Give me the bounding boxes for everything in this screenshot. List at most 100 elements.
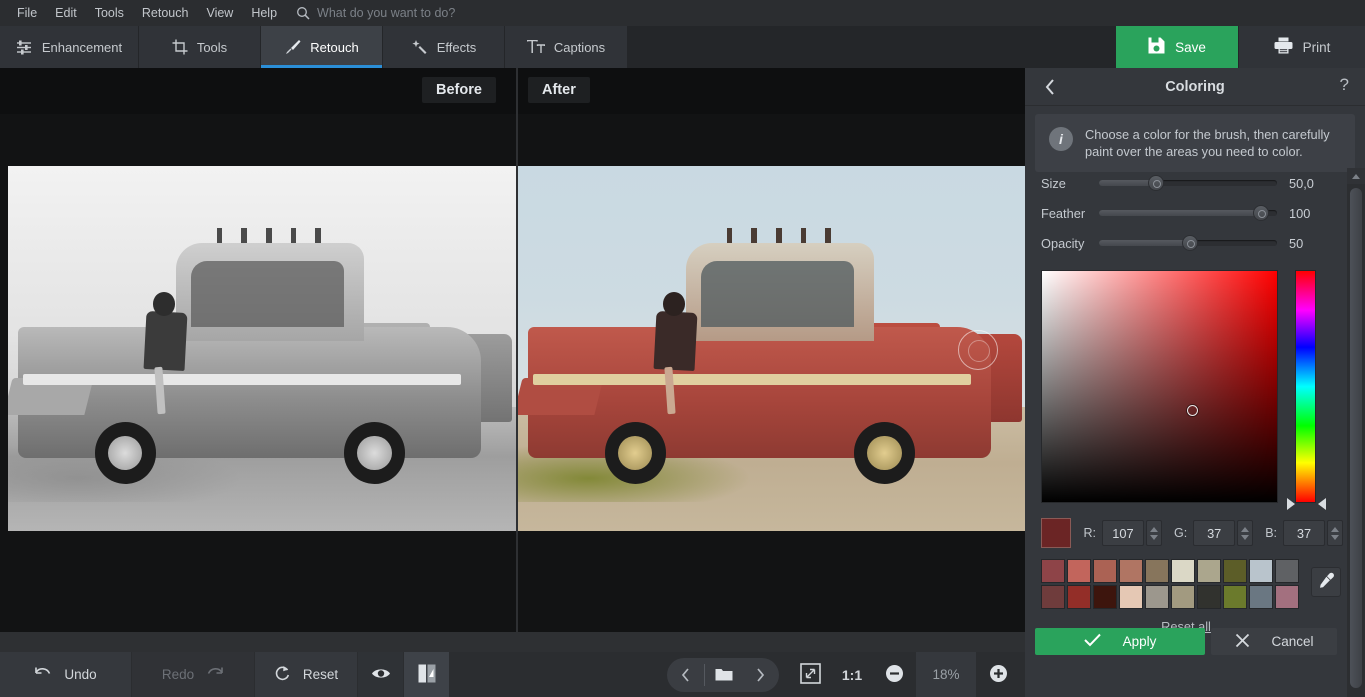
- plus-circle-icon: [989, 664, 1008, 686]
- car-windows: [191, 260, 344, 327]
- size-slider-knob[interactable]: [1147, 175, 1164, 191]
- zoom-level-display[interactable]: 18%: [915, 652, 977, 697]
- brush-cursor: [958, 330, 998, 370]
- compare-view-button[interactable]: [404, 652, 450, 697]
- undo-label: Undo: [64, 667, 97, 682]
- opacity-slider-track[interactable]: [1099, 235, 1277, 251]
- redo-button[interactable]: Redo: [132, 652, 255, 697]
- current-color-swatch[interactable]: [1041, 518, 1072, 548]
- green-stepper[interactable]: [1237, 520, 1254, 546]
- help-button[interactable]: ?: [1340, 75, 1349, 95]
- actual-size-button[interactable]: 1:1: [831, 652, 873, 697]
- palette-swatch[interactable]: [1223, 559, 1247, 583]
- reset-button[interactable]: Reset: [255, 652, 358, 697]
- print-label: Print: [1302, 39, 1331, 55]
- vertical-scroll-track[interactable]: [1347, 184, 1365, 697]
- save-button[interactable]: Save: [1116, 26, 1238, 68]
- vertical-scroll-thumb[interactable]: [1350, 188, 1362, 688]
- undo-button[interactable]: Undo: [0, 652, 132, 697]
- palette-swatch[interactable]: [1197, 585, 1221, 609]
- feather-slider-knob[interactable]: [1252, 205, 1269, 221]
- after-image[interactable]: [518, 166, 1027, 531]
- save-label: Save: [1175, 39, 1206, 55]
- feather-slider-track[interactable]: [1099, 205, 1277, 221]
- slider-label: Size: [1041, 175, 1066, 191]
- menu-item-edit[interactable]: Edit: [46, 3, 86, 23]
- palette-swatch[interactable]: [1275, 559, 1299, 583]
- saturation-value-box[interactable]: [1041, 270, 1278, 503]
- palette-swatch[interactable]: [1041, 559, 1065, 583]
- image-canvas[interactable]: Before After: [0, 68, 1027, 632]
- open-folder-button[interactable]: [705, 658, 742, 692]
- panel-back-button[interactable]: [1039, 77, 1061, 99]
- slider-value: 50,0: [1289, 175, 1314, 191]
- size-slider-track[interactable]: [1099, 175, 1277, 191]
- menu-item-retouch[interactable]: Retouch: [133, 3, 198, 23]
- palette-swatch[interactable]: [1145, 585, 1169, 609]
- palette-swatch[interactable]: [1275, 585, 1299, 609]
- apply-button[interactable]: Apply: [1035, 628, 1206, 655]
- fit-to-screen-button[interactable]: [789, 652, 831, 697]
- undo-arrow-icon: [34, 666, 52, 683]
- next-image-button[interactable]: [742, 658, 779, 692]
- zoom-in-button[interactable]: [977, 652, 1019, 697]
- red-stepper[interactable]: [1145, 520, 1162, 546]
- green-input[interactable]: [1193, 520, 1236, 546]
- tab-retouch[interactable]: Retouch: [261, 26, 383, 68]
- blue-stepper[interactable]: [1327, 520, 1343, 546]
- palette-swatch[interactable]: [1119, 585, 1143, 609]
- palette-swatch[interactable]: [1145, 559, 1169, 583]
- palette-swatch[interactable]: [1171, 559, 1195, 583]
- brush-icon: [284, 39, 301, 55]
- panel-header: Coloring ?: [1025, 68, 1365, 106]
- palette-swatch[interactable]: [1249, 559, 1273, 583]
- cancel-button[interactable]: Cancel: [1211, 628, 1337, 655]
- red-input[interactable]: [1101, 520, 1144, 546]
- bottom-toolbar: Undo Redo Reset 1:1 18%: [0, 652, 1025, 697]
- scroll-up-arrow[interactable]: [1347, 168, 1365, 184]
- menu-item-help[interactable]: Help: [242, 3, 286, 23]
- preview-toggle-button[interactable]: [358, 652, 404, 697]
- palette-swatch[interactable]: [1171, 585, 1195, 609]
- sv-cursor[interactable]: [1187, 404, 1199, 416]
- print-button[interactable]: Print: [1238, 26, 1365, 68]
- previous-image-button[interactable]: [667, 658, 704, 692]
- palette-swatch[interactable]: [1249, 585, 1273, 609]
- tab-captions[interactable]: Captions: [505, 26, 628, 68]
- person-head: [663, 292, 685, 316]
- tab-enhancement[interactable]: Enhancement: [0, 26, 139, 68]
- cancel-label: Cancel: [1271, 634, 1314, 649]
- tab-tools[interactable]: Tools: [139, 26, 261, 68]
- tab-effects[interactable]: Effects: [383, 26, 505, 68]
- search-box[interactable]: What do you want to do?: [296, 6, 455, 20]
- palette-swatch[interactable]: [1093, 559, 1117, 583]
- palette-swatch[interactable]: [1119, 559, 1143, 583]
- palette-swatch[interactable]: [1223, 585, 1247, 609]
- green-label: G:: [1173, 526, 1188, 540]
- opacity-slider-knob[interactable]: [1181, 235, 1198, 251]
- palette-swatch[interactable]: [1197, 559, 1221, 583]
- palette-swatch[interactable]: [1041, 585, 1065, 609]
- slider-size: Size 50,0: [1025, 168, 1347, 198]
- eye-icon: [371, 667, 391, 683]
- zoom-out-button[interactable]: [873, 652, 915, 697]
- tab-label: Tools: [196, 39, 228, 55]
- hue-slider[interactable]: [1295, 270, 1316, 503]
- magic-wand-icon: [411, 39, 428, 55]
- car-windows: [701, 260, 854, 327]
- palette-swatch[interactable]: [1093, 585, 1117, 609]
- menu-item-tools[interactable]: Tools: [86, 3, 133, 23]
- slider-label: Feather: [1041, 205, 1086, 221]
- zoom-controls: 1:1 18%: [789, 652, 1019, 697]
- palette-swatch[interactable]: [1067, 585, 1091, 609]
- slider-value: 50: [1289, 235, 1304, 251]
- blue-input[interactable]: [1283, 520, 1325, 546]
- blue-label: B:: [1265, 526, 1277, 540]
- chrome-trim: [23, 374, 461, 385]
- palette-swatch[interactable]: [1067, 559, 1091, 583]
- split-view-icon: [418, 664, 436, 686]
- menu-item-file[interactable]: File: [8, 3, 46, 23]
- panel-vertical-scrollbar[interactable]: [1347, 168, 1365, 697]
- menu-item-view[interactable]: View: [197, 3, 242, 23]
- eyedropper-button[interactable]: [1311, 567, 1341, 597]
